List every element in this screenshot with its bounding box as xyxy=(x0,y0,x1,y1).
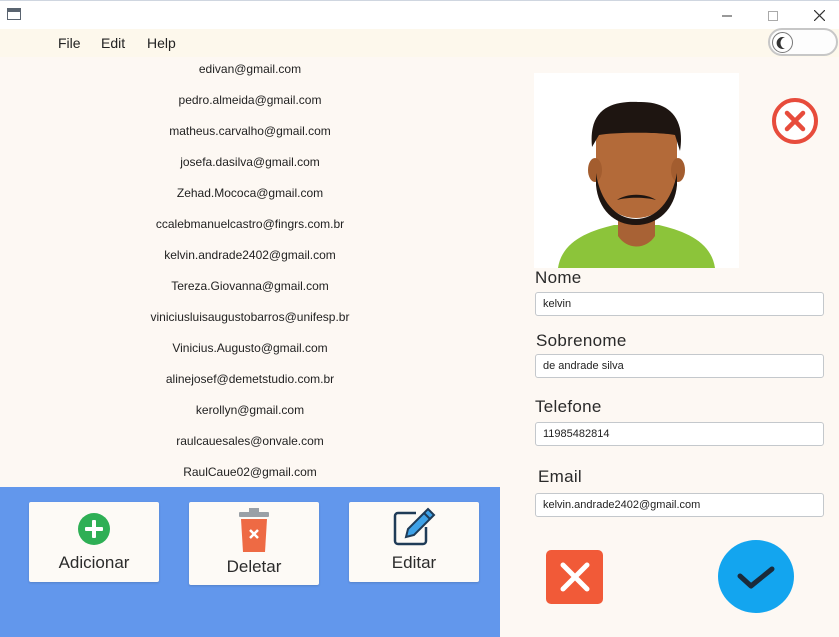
menu-help[interactable]: Help xyxy=(147,35,176,51)
menu-file[interactable]: File xyxy=(58,35,81,51)
edit-pencil-icon xyxy=(349,507,479,547)
check-icon xyxy=(737,566,775,588)
close-icon xyxy=(560,562,589,592)
confirm-button[interactable] xyxy=(718,540,794,613)
moon-icon xyxy=(776,36,785,49)
add-button-label: Adicionar xyxy=(58,553,130,572)
theme-toggle[interactable] xyxy=(768,28,838,56)
telefone-field[interactable] xyxy=(535,422,824,446)
email-list-item[interactable]: pedro.almeida@gmail.com xyxy=(0,93,500,107)
plus-circle-icon xyxy=(29,512,159,546)
delete-button[interactable]: Deletar xyxy=(189,502,319,585)
add-button[interactable]: Adicionar xyxy=(29,502,159,582)
delete-button-label: Deletar xyxy=(226,557,282,576)
nome-label: Nome xyxy=(535,268,582,287)
minimize-button[interactable] xyxy=(704,1,750,30)
maximize-button[interactable] xyxy=(750,1,796,30)
email-list-item[interactable]: josefa.dasilva@gmail.com xyxy=(0,155,500,169)
avatar xyxy=(558,101,715,268)
email-list-item[interactable]: edivan@gmail.com xyxy=(0,62,500,76)
email-list-item[interactable]: Tereza.Giovanna@gmail.com xyxy=(0,279,500,293)
remove-photo-button[interactable] xyxy=(771,97,819,145)
window-title-bar xyxy=(0,0,839,29)
email-label: Email xyxy=(538,467,583,486)
email-list-item[interactable]: alinejosef@demetstudio.com.br xyxy=(0,372,500,386)
email-list-item[interactable]: kerollyn@gmail.com xyxy=(0,403,500,417)
app-icon xyxy=(7,8,21,20)
email-list: edivan@gmail.com pedro.almeida@gmail.com… xyxy=(0,57,500,487)
sobrenome-label: Sobrenome xyxy=(536,331,627,350)
email-list-item[interactable]: kelvin.andrade2402@gmail.com xyxy=(0,248,500,262)
profile-photo xyxy=(534,73,739,268)
trash-icon xyxy=(189,508,319,552)
email-list-item[interactable]: RaulCaue02@gmail.com xyxy=(0,465,500,479)
sobrenome-field[interactable] xyxy=(535,354,824,378)
menu-bar: File Edit Help xyxy=(0,29,839,57)
email-list-item[interactable]: Zehad.Mococa@gmail.com xyxy=(0,186,500,200)
close-circle-icon xyxy=(772,98,818,144)
toggle-knob xyxy=(772,32,793,53)
email-list-item[interactable]: Vinicius.Augusto@gmail.com xyxy=(0,341,500,355)
email-list-item[interactable]: viniciusluisaugustobarros@unifesp.br xyxy=(0,310,500,324)
email-list-item[interactable]: ccalebmanuelcastro@fingrs.com.br xyxy=(0,217,500,231)
maximize-icon xyxy=(768,10,778,21)
edit-button-label: Editar xyxy=(391,553,437,572)
email-list-item[interactable]: raulcauesales@onvale.com xyxy=(0,434,500,448)
close-icon xyxy=(813,10,825,21)
minimize-icon xyxy=(722,15,732,16)
edit-button[interactable]: Editar xyxy=(349,502,479,582)
telefone-label: Telefone xyxy=(535,397,602,416)
cancel-button[interactable] xyxy=(546,550,603,604)
email-field[interactable] xyxy=(535,493,824,517)
menu-edit[interactable]: Edit xyxy=(101,35,125,51)
nome-field[interactable] xyxy=(535,292,824,316)
action-panel: Adicionar Deletar Editar xyxy=(0,487,500,637)
close-window-button[interactable] xyxy=(796,1,839,30)
email-list-item[interactable]: matheus.carvalho@gmail.com xyxy=(0,124,500,138)
